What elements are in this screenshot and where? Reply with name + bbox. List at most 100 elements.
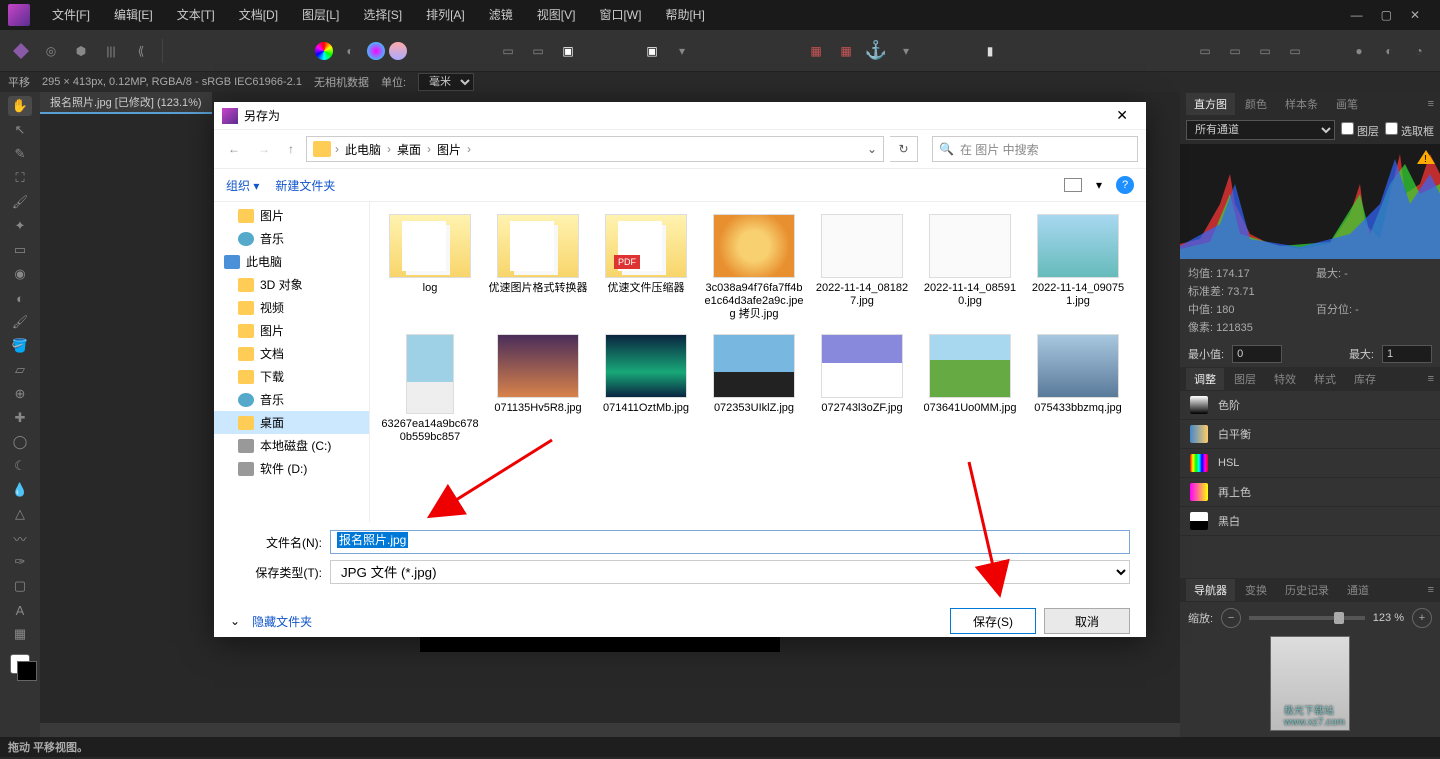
sidebar-item[interactable]: 3D 对象 (214, 273, 369, 296)
panel1-icon[interactable]: ▭ (1192, 38, 1218, 64)
file-item[interactable]: 072743l3oZF.jpg (810, 330, 914, 448)
menu-edit[interactable]: 编辑[E] (102, 0, 165, 30)
menu-view[interactable]: 视图[V] (525, 0, 588, 30)
horizontal-scrollbar[interactable] (40, 723, 1180, 737)
marquee-tool-icon[interactable]: ▭ (8, 240, 32, 260)
panel3-icon[interactable]: ▭ (1252, 38, 1278, 64)
tab-layers[interactable]: 图层 (1226, 368, 1264, 390)
marquee2-icon[interactable]: ▭ (525, 38, 551, 64)
chevron-down-icon[interactable]: ⌄ (230, 614, 240, 628)
soft-proof-icon[interactable] (389, 42, 407, 60)
unit-select[interactable]: 毫米 (418, 73, 474, 91)
export2-icon[interactable]: ◐ (1376, 38, 1402, 64)
new-folder-button[interactable]: 新建文件夹 (275, 177, 335, 194)
dialog-close-button[interactable]: ✕ (1106, 105, 1138, 126)
sidebar-item[interactable]: 音乐 (214, 227, 369, 250)
quickmask-icon[interactable]: ▣ (555, 38, 581, 64)
pen-icon[interactable]: ✑ (8, 552, 32, 572)
export-icon[interactable]: ● (1346, 38, 1372, 64)
file-item[interactable]: 071411OztMb.jpg (594, 330, 698, 448)
snap-dropdown-icon[interactable]: ▾ (893, 38, 919, 64)
sidebar-item[interactable]: 下载 (214, 365, 369, 388)
gradient-tool-icon[interactable]: ◐ (8, 288, 32, 308)
adjustment-item[interactable]: HSL (1180, 449, 1440, 478)
blur-icon[interactable]: 💧 (8, 480, 32, 500)
contrast-icon[interactable]: ◐ (337, 38, 363, 64)
filename-input[interactable]: 报名照片.jpg (330, 530, 1130, 554)
move-tool-icon[interactable]: ↖ (8, 120, 32, 140)
close-icon[interactable]: ✕ (1410, 8, 1420, 22)
tab-brushes[interactable]: 画笔 (1328, 93, 1366, 115)
menu-filter[interactable]: 滤镜 (477, 0, 525, 30)
tab-transform[interactable]: 变换 (1237, 579, 1275, 601)
magic-wand-icon[interactable]: ✦ (8, 216, 32, 236)
min-input[interactable] (1232, 345, 1282, 363)
nav-forward-icon[interactable]: → (252, 138, 276, 160)
max-input[interactable] (1382, 345, 1432, 363)
dodge-icon[interactable]: ◯ (8, 432, 32, 452)
clone-icon[interactable]: ⊕ (8, 384, 32, 404)
menu-text[interactable]: 文本[T] (165, 0, 227, 30)
sidebar-item[interactable]: 视频 (214, 296, 369, 319)
menu-arrange[interactable]: 排列[A] (414, 0, 477, 30)
file-item[interactable]: 071135Hv5R8.jpg (486, 330, 590, 448)
view-mode-button[interactable] (1064, 178, 1082, 192)
grid2-icon[interactable]: ▦ (833, 38, 859, 64)
zoom-slider[interactable] (1249, 616, 1365, 620)
sidebar-item[interactable]: 此电脑 (214, 250, 369, 273)
persona-develop-icon[interactable]: ||| (98, 38, 124, 64)
file-item[interactable]: 优速图片格式转换器 (486, 210, 590, 326)
file-item[interactable]: 075433bbzmq.jpg (1026, 330, 1130, 448)
file-item[interactable]: log (378, 210, 482, 326)
adjustment-item[interactable]: 再上色 (1180, 478, 1440, 507)
hide-folders-link[interactable]: 隐藏文件夹 (252, 613, 312, 630)
search-input[interactable]: 🔍 在 图片 中搜索 (932, 136, 1138, 162)
paint-brush-icon[interactable]: 🖌 (8, 312, 32, 332)
marquee-icon[interactable]: ▭ (495, 38, 521, 64)
sidebar-item[interactable]: 图片 (214, 319, 369, 342)
sidebar-item[interactable]: 本地磁盘 (C:) (214, 434, 369, 457)
tab-color[interactable]: 颜色 (1237, 93, 1275, 115)
file-item[interactable]: 072353UIklZ.jpg (702, 330, 806, 448)
tab-history[interactable]: 历史记录 (1277, 579, 1337, 601)
refresh-button[interactable]: ↻ (890, 136, 918, 162)
selection-brush-icon[interactable]: 🖌 (8, 192, 32, 212)
crop-mode-icon[interactable]: ▣ (639, 38, 665, 64)
savetype-select[interactable]: JPG 文件 (*.jpg) (330, 560, 1130, 584)
tab-swatches[interactable]: 样本条 (1277, 93, 1326, 115)
file-item[interactable]: 3c038a94f76fa7ff4be1c64d3afe2a9c.jpeg 拷贝… (702, 210, 806, 326)
zoom-out-button[interactable]: − (1221, 608, 1241, 628)
foreground-color[interactable] (10, 654, 30, 674)
menu-file[interactable]: 文件[F] (40, 0, 102, 30)
crop-dropdown-icon[interactable]: ▾ (669, 38, 695, 64)
snap-icon[interactable]: ⚓ (863, 38, 889, 64)
color-wheel-icon[interactable] (315, 42, 333, 60)
menu-layer[interactable]: 图层[L] (290, 0, 351, 30)
adjustment-item[interactable]: 白平衡 (1180, 420, 1440, 449)
breadcrumb[interactable]: ›此电脑 ›桌面 ›图片 › ⌄ (306, 136, 884, 162)
persona-photo-icon[interactable]: ◎ (38, 38, 64, 64)
file-item[interactable]: 63267ea14a9bc6780b559bc857 (378, 330, 482, 448)
sidebar-item[interactable]: 文档 (214, 342, 369, 365)
mesh-icon[interactable]: ▦ (8, 624, 32, 644)
panel4-icon[interactable]: ▭ (1282, 38, 1308, 64)
eraser-icon[interactable]: ▱ (8, 360, 32, 380)
adjustment-item[interactable]: 色阶 (1180, 391, 1440, 420)
zoom-in-button[interactable]: + (1412, 608, 1432, 628)
color-picker-icon[interactable]: ✎ (8, 144, 32, 164)
nav-up-icon[interactable]: ↑ (282, 138, 300, 160)
nav-back-icon[interactable]: ← (222, 138, 246, 160)
file-item[interactable]: 优速文件压缩器 (594, 210, 698, 326)
hue-icon[interactable] (367, 42, 385, 60)
menu-window[interactable]: 窗口[W] (587, 0, 653, 30)
tab-navigator[interactable]: 导航器 (1186, 579, 1235, 601)
panel-menu-icon[interactable]: ≡ (1428, 373, 1434, 385)
hand-tool-icon[interactable]: ✋ (8, 96, 32, 116)
menu-document[interactable]: 文档[D] (227, 0, 290, 30)
minimize-icon[interactable]: — (1351, 8, 1363, 22)
help-button[interactable]: ? (1116, 176, 1134, 194)
document-tab[interactable]: 报名照片.jpg [已修改] (123.1%) (40, 92, 212, 114)
tab-stock[interactable]: 库存 (1346, 368, 1384, 390)
text-tool-icon[interactable]: A (8, 600, 32, 620)
sharpen-icon[interactable]: △ (8, 504, 32, 524)
